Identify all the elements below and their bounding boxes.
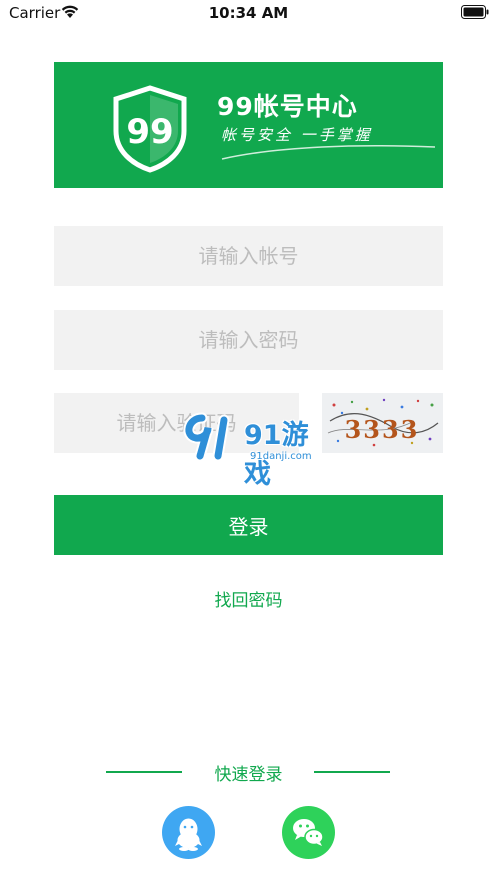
password-input[interactable] [54, 310, 443, 370]
login-screen: Carrier 10:34 AM 99 99帐号中心 帐号安全 一手掌握 请输入… [0, 0, 497, 883]
wechat-login-button[interactable] [282, 806, 335, 859]
qq-login-button[interactable] [162, 806, 215, 859]
shield-logo-icon: 99 [112, 85, 188, 177]
swoosh-decoration-icon [220, 142, 440, 166]
quick-login-section: 快速登录 [0, 760, 497, 785]
divider-right [314, 771, 390, 773]
banner-title: 99帐号中心 [217, 92, 358, 121]
quick-login-label: 快速登录 [214, 765, 283, 785]
captcha-image[interactable]: 3333 [322, 393, 443, 453]
status-bar: Carrier 10:34 AM [0, 0, 497, 26]
account-input[interactable] [54, 226, 443, 286]
battery-icon [461, 5, 489, 23]
captcha-input[interactable] [54, 393, 299, 453]
forgot-password-link[interactable]: 找回密码 [0, 586, 497, 611]
svg-text:99: 99 [126, 112, 173, 152]
clock: 10:34 AM [208, 4, 289, 22]
svg-text:3333: 3333 [345, 415, 420, 444]
account-center-banner: 99 99帐号中心 帐号安全 一手掌握 [54, 62, 443, 188]
login-button[interactable]: 登录 [54, 495, 443, 555]
